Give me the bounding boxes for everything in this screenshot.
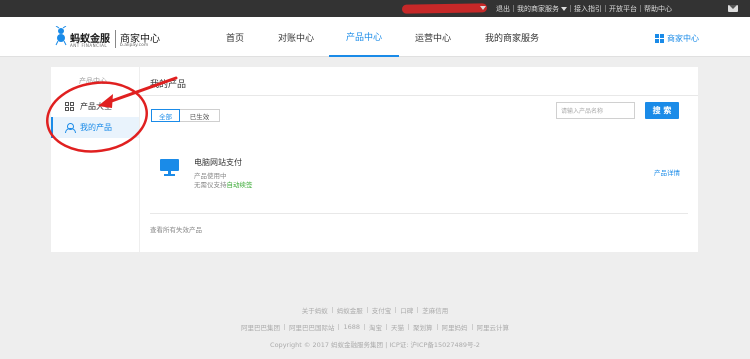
main-nav: 首页 对账中心 产品中心 运营中心 我的商家服务 — [207, 17, 557, 57]
header: 蚂蚁金服 ANT FINANCIAL 商家中心 b.alipay.com 首页 … — [0, 17, 750, 57]
merchant-center-label: 商家中心 — [667, 34, 699, 43]
nav-home[interactable]: 首页 — [207, 17, 263, 57]
grid-icon — [655, 34, 664, 43]
product-search-input[interactable]: 请输入产品名称 — [556, 102, 635, 119]
product-detail-link[interactable]: 产品详情 — [654, 167, 680, 177]
chevron-down-icon[interactable] — [480, 6, 486, 10]
auto-renew-link[interactable]: 自动续签 — [227, 181, 253, 189]
filter-tabs: 全部 已生效 — [151, 109, 220, 122]
user-icon — [65, 123, 76, 133]
sign-info: 无需仪支持自动续签 — [194, 179, 253, 189]
account-name-redacted[interactable] — [401, 3, 488, 14]
footer-link[interactable]: 芝麻信用 — [418, 305, 452, 315]
footer-link[interactable]: 天猫 — [387, 322, 408, 332]
brand-name-en: ANT FINANCIAL — [70, 43, 108, 48]
footer-link[interactable]: 支付宝 — [368, 305, 396, 315]
monitor-icon — [160, 159, 179, 177]
footer-link[interactable]: 阿里云计算 — [473, 322, 514, 332]
nav-reconciliation[interactable]: 对账中心 — [263, 17, 329, 57]
copyright: Copyright © 2017 蚂蚁金融服务集团 | ICP证: 沪ICP备1… — [270, 341, 480, 349]
tab-active[interactable]: 已生效 — [180, 109, 220, 122]
footer-link[interactable]: 聚划算 — [409, 322, 437, 332]
main-panel: 我的产品 全部 已生效 请输入产品名称 搜 索 电脑网站支付 产品使用中 无需仪… — [140, 67, 698, 252]
integration-guide-link[interactable]: 接入指引 — [571, 4, 605, 14]
open-platform-link[interactable]: 开放平台 — [606, 4, 640, 14]
sidebar: 产品中心 产品大全 我的产品 — [51, 67, 139, 252]
nav-operations[interactable]: 运营中心 — [399, 17, 467, 57]
footer-link[interactable]: 口碑 — [396, 305, 417, 315]
logo-divider — [115, 30, 116, 48]
help-center-link[interactable]: 帮助中心 — [641, 4, 675, 14]
footer-link[interactable]: 淘宝 — [365, 322, 386, 332]
merchant-url: b.alipay.com — [120, 43, 149, 48]
top-links: 退出 我的商家服务 接入指引 开放平台 帮助中心 — [493, 0, 675, 17]
my-merchant-service-label: 我的商家服务 — [517, 4, 559, 13]
mail-icon[interactable] — [728, 5, 738, 12]
sidebar-item-label: 产品大全 — [80, 102, 112, 111]
divider — [150, 213, 688, 214]
sidebar-item-my-products[interactable]: 我的产品 — [51, 117, 139, 138]
merchant-center-link[interactable]: 商家中心 — [655, 33, 699, 44]
logout-link[interactable]: 退出 — [493, 4, 513, 14]
logo[interactable]: 蚂蚁金服 ANT FINANCIAL 商家中心 b.alipay.com — [54, 22, 162, 52]
nav-my-merchant-service[interactable]: 我的商家服务 — [467, 17, 557, 57]
sidebar-item-all-products[interactable]: 产品大全 — [51, 96, 139, 117]
page-title: 我的产品 — [150, 80, 187, 90]
footer-link[interactable]: 1688 — [339, 323, 364, 331]
footer-link[interactable]: 阿里巴巴集团 — [237, 322, 284, 332]
footer-links-row2: 阿里巴巴集团 阿里巴巴国际站 1688 淘宝 天猫 聚划算 阿里妈妈 阿里云计算 — [0, 322, 750, 332]
my-merchant-service-menu[interactable]: 我的商家服务 — [514, 4, 570, 14]
footer-link[interactable]: 阿里妈妈 — [438, 322, 472, 332]
divider — [140, 95, 698, 96]
footer-link[interactable]: 关于蚂蚁 — [298, 305, 332, 315]
product-name: 电脑网站支付 — [194, 158, 242, 167]
apps-icon — [65, 102, 74, 111]
chevron-down-icon — [561, 6, 567, 11]
ant-logo-icon — [55, 26, 67, 46]
footer-links-row1: 关于蚂蚁 蚂蚁金服 支付宝 口碑 芝麻信用 — [0, 305, 750, 315]
top-bar: 退出 我的商家服务 接入指引 开放平台 帮助中心 — [0, 0, 750, 17]
footer-link[interactable]: 阿里巴巴国际站 — [285, 322, 339, 332]
sidebar-item-label: 我的产品 — [80, 123, 112, 132]
search-button[interactable]: 搜 索 — [645, 102, 679, 119]
product-item: 电脑网站支付 产品使用中 无需仪支持自动续签 产品详情 — [140, 147, 698, 207]
sidebar-title: 产品中心 — [79, 77, 107, 85]
view-invalid-products-link[interactable]: 查看所有失效产品 — [150, 224, 202, 234]
sign-prefix: 无需仪支持 — [194, 181, 227, 189]
footer-link[interactable]: 蚂蚁金服 — [333, 305, 367, 315]
tab-all[interactable]: 全部 — [151, 109, 180, 122]
nav-product-center[interactable]: 产品中心 — [329, 17, 399, 57]
